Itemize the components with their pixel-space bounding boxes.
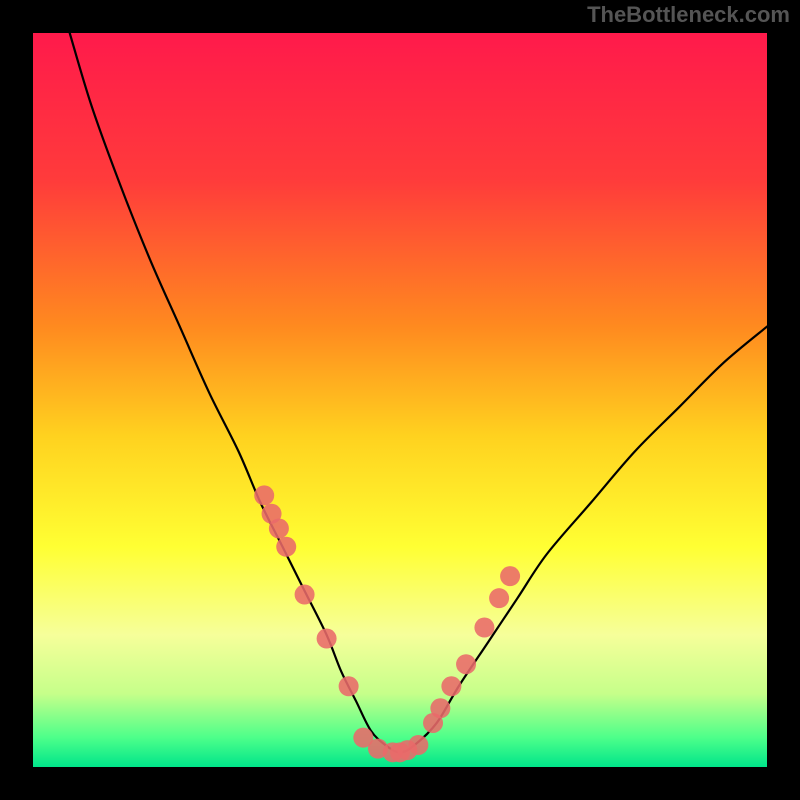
data-point [489,588,509,608]
chart-svg [33,33,767,767]
data-point [441,676,461,696]
chart-frame: TheBottleneck.com [0,0,800,800]
data-point [276,537,296,557]
data-point [474,618,494,638]
data-point [295,585,315,605]
data-point [317,629,337,649]
data-point [500,566,520,586]
data-point [408,735,428,755]
data-point [269,518,289,538]
plot-area [33,33,767,767]
data-point [430,698,450,718]
data-point [456,654,476,674]
watermark-text: TheBottleneck.com [587,2,790,28]
chart-background [33,33,767,767]
data-point [339,676,359,696]
data-point [254,485,274,505]
